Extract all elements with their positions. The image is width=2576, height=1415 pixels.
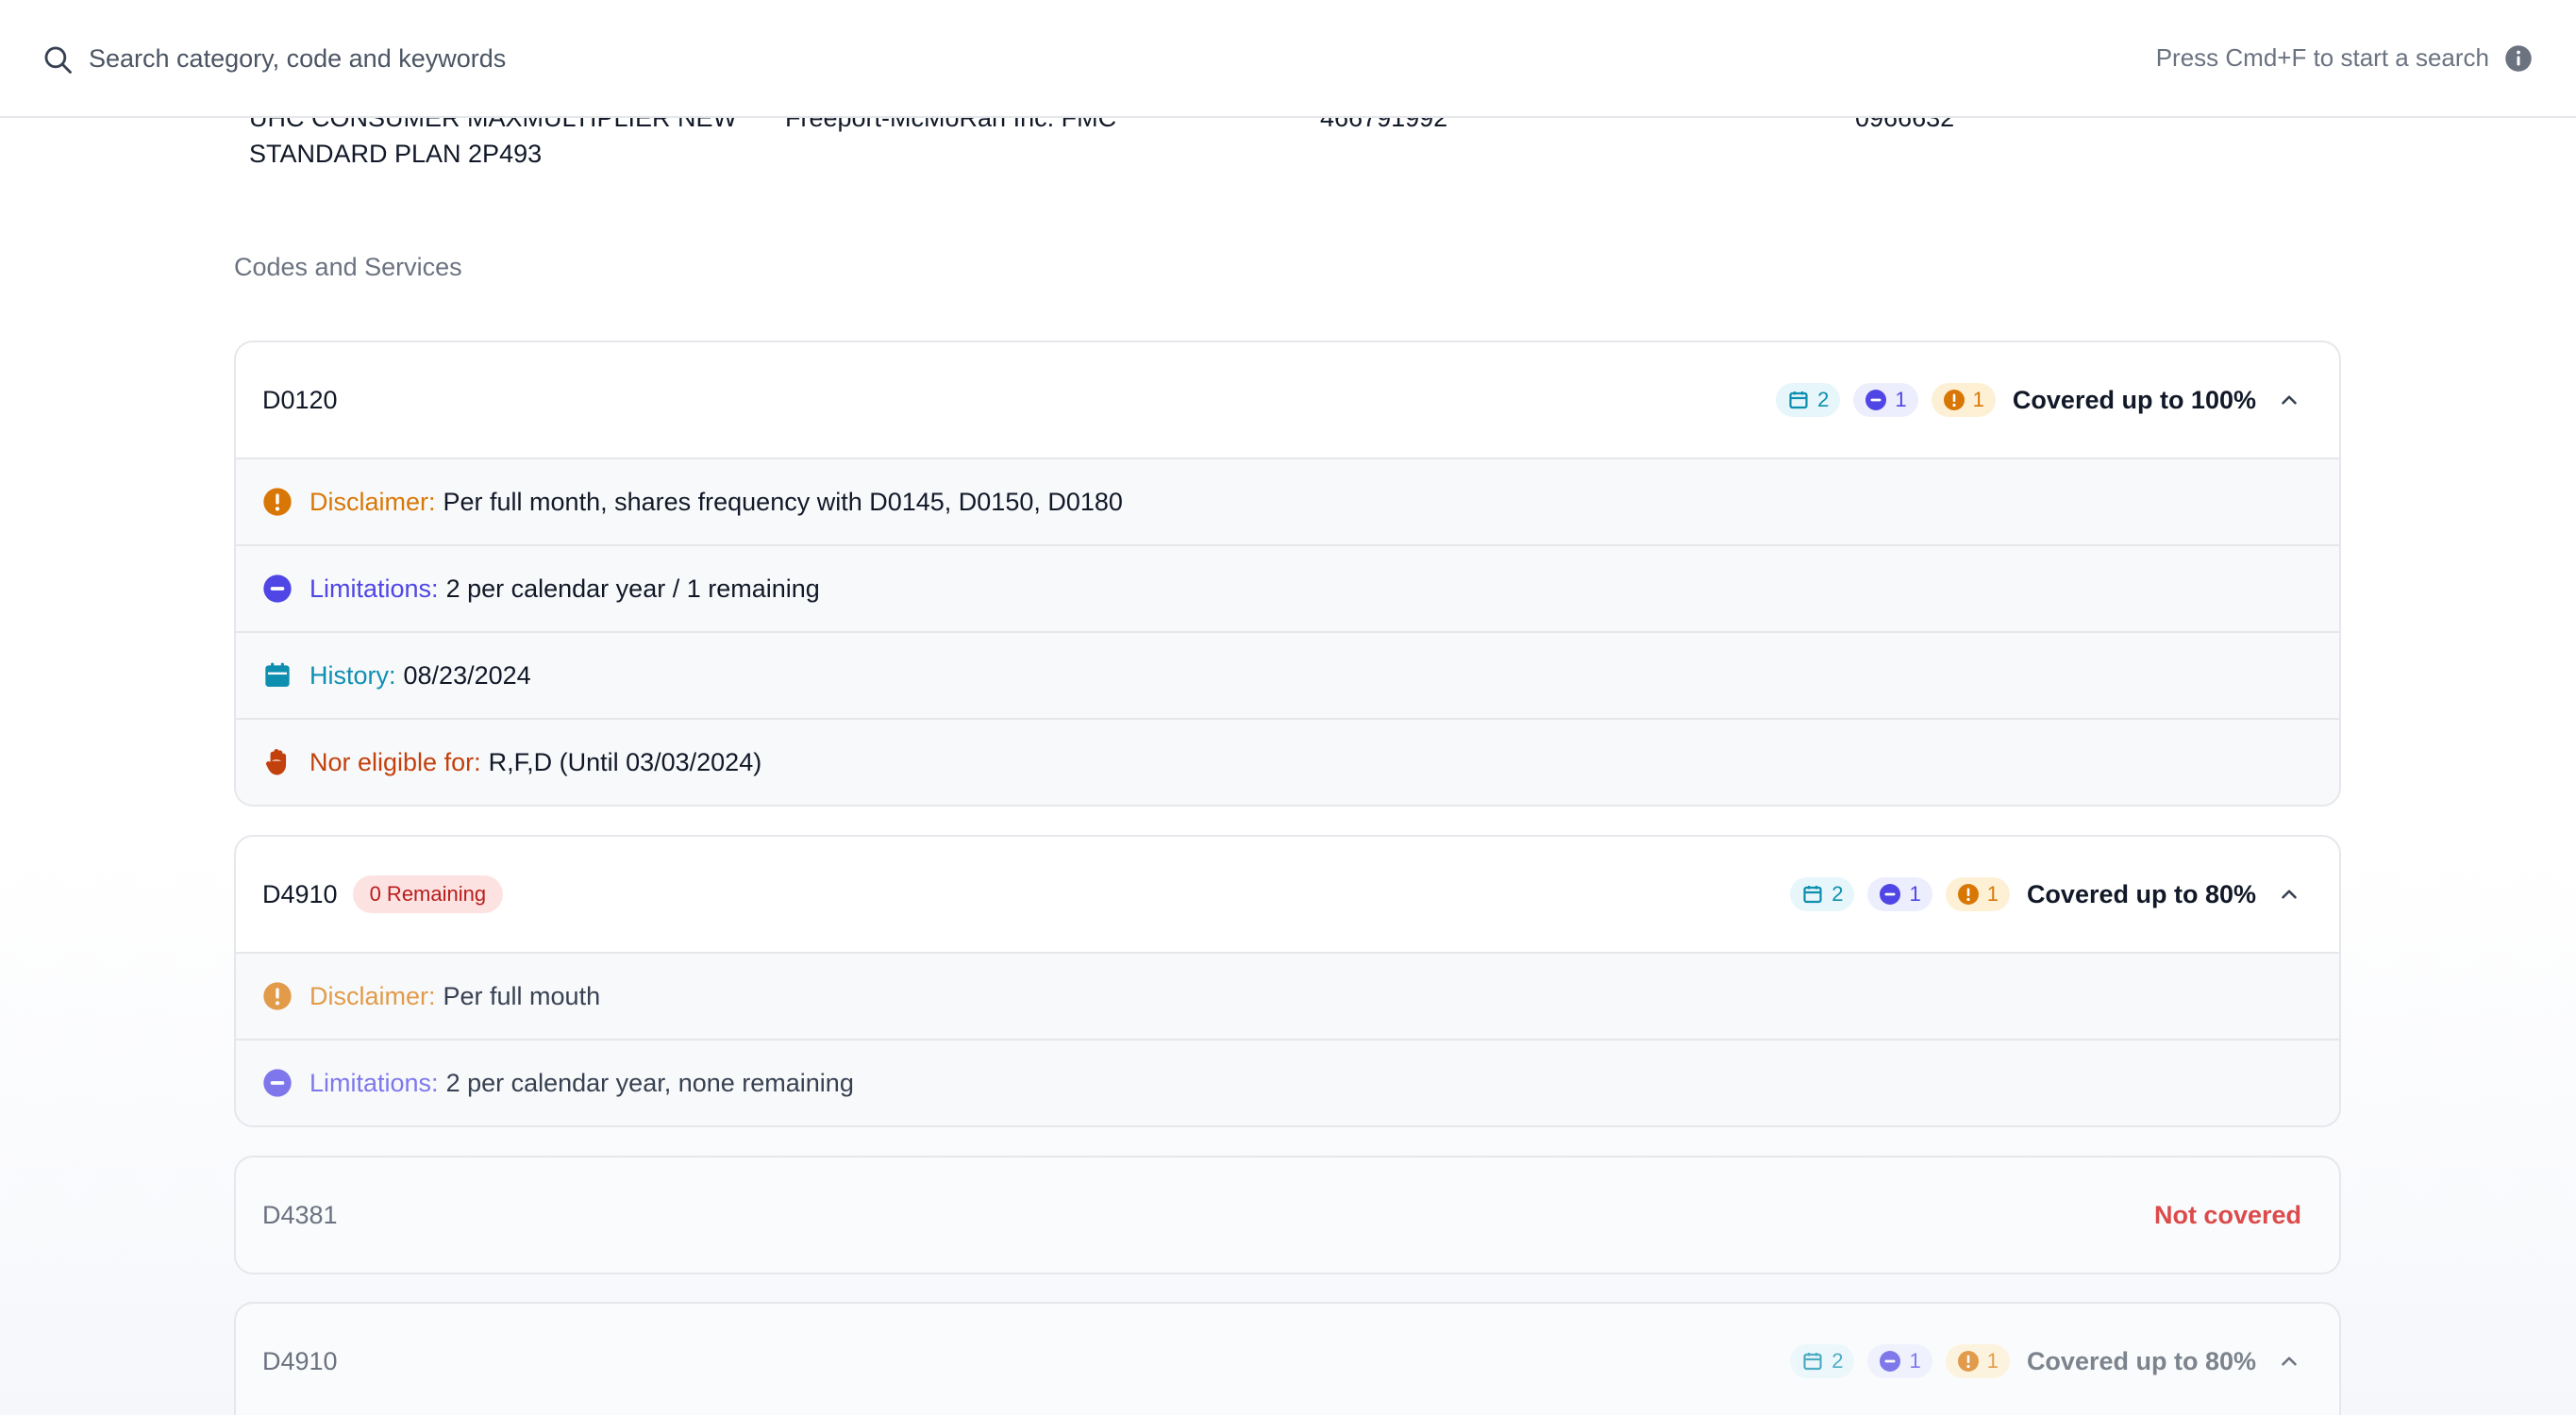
hand-stop-icon	[266, 749, 287, 775]
history-count-badge: 2	[1790, 877, 1855, 911]
not-eligible-label: Nor eligible for:	[309, 747, 481, 776]
procedure-code: D4910	[262, 1346, 338, 1375]
exclamation-circle-icon	[1957, 884, 1979, 905]
limitations-label: Limitations:	[309, 1068, 439, 1097]
history-label: History:	[309, 660, 396, 690]
limitations-count-badge: 1	[1867, 877, 1932, 911]
chevron-up-icon[interactable]	[2277, 1349, 2301, 1373]
not-covered-label: Not covered	[2153, 1200, 2301, 1229]
card-header[interactable]: D4910 2 1 1 Covered up to 80%	[236, 1304, 2339, 1415]
minus-circle-icon	[1865, 390, 1887, 410]
history-count-badge: 2	[1790, 1344, 1855, 1378]
section-title: Codes and Services	[234, 253, 462, 281]
limitations-value: 2 per calendar year, none remaining	[445, 1068, 854, 1097]
minus-circle-icon	[263, 1069, 292, 1097]
disclaimer-value: Per full mouth	[443, 981, 601, 1010]
card-summary: Not covered	[2154, 1157, 2301, 1273]
code-card-d4910-2: D4910 2 1 1 Covered up to 80%	[234, 1302, 2341, 1415]
minus-circle-icon	[1880, 1351, 1901, 1372]
limitations-count-badge: 1	[1853, 383, 1918, 417]
card-summary: 2 1 1 Covered up to 80%	[1777, 1304, 2301, 1415]
exclamation-circle-icon	[1943, 390, 1965, 410]
history-row: History: 08/23/2024	[236, 631, 2339, 718]
code-card-d4381: D4381 Not covered	[234, 1156, 2341, 1274]
minus-circle-icon	[1880, 884, 1901, 905]
info-icon[interactable]	[2504, 44, 2533, 73]
coverage-label: Covered up to 80%	[2026, 879, 2256, 908]
exclamation-circle-icon	[263, 982, 292, 1010]
disclaimer-count-badge: 1	[1945, 877, 2010, 911]
search-shortcut-hint: Press Cmd+F to start a search	[2155, 43, 2489, 72]
calendar-icon	[1789, 391, 1808, 409]
search-input[interactable]	[89, 38, 1410, 79]
calendar-icon	[265, 662, 290, 687]
card-summary: 2 1 1 Covered up to 100%	[1763, 342, 2301, 458]
limitations-count-badge: 1	[1867, 1344, 1932, 1378]
search-icon	[44, 46, 72, 74]
code-card-d4910: D4910 0 Remaining 2 1 1 Covered up to 80…	[234, 835, 2341, 1127]
search-bar: Press Cmd+F to start a search	[0, 0, 2576, 118]
disclaimer-count-badge: 1	[1945, 1344, 2010, 1378]
procedure-code: D4910	[262, 879, 338, 908]
disclaimer-value: Per full month, shares frequency with D0…	[443, 487, 1123, 516]
remaining-badge: 0 Remaining	[352, 875, 504, 913]
limitations-value: 2 per calendar year / 1 remaining	[445, 574, 820, 603]
chevron-up-icon[interactable]	[2277, 882, 2301, 907]
limitations-label: Limitations:	[309, 574, 439, 603]
card-summary: 2 1 1 Covered up to 80%	[1777, 837, 2301, 952]
not-eligible-row: Nor eligible for: R,F,D (Until 03/03/202…	[236, 718, 2339, 805]
procedure-code: D4381	[262, 1200, 338, 1229]
history-count-badge: 2	[1776, 383, 1841, 417]
exclamation-circle-icon	[263, 488, 292, 516]
disclaimer-row: Disclaimer: Per full mouth	[236, 952, 2339, 1039]
code-card-d0120: D0120 2 1 1 Covered up to 100% Disclaime…	[234, 341, 2341, 807]
limitations-row: Limitations: 2 per calendar year / 1 rem…	[236, 544, 2339, 631]
limitations-row: Limitations: 2 per calendar year, none r…	[236, 1039, 2339, 1125]
disclaimer-count-badge: 1	[1931, 383, 1996, 417]
coverage-label: Covered up to 80%	[2026, 1346, 2256, 1375]
card-header[interactable]: D4910 0 Remaining 2 1 1 Covered up to 80…	[236, 837, 2339, 952]
calendar-icon	[1803, 1353, 1822, 1371]
card-header[interactable]: D0120 2 1 1 Covered up to 100%	[236, 342, 2339, 458]
exclamation-circle-icon	[1957, 1351, 1979, 1372]
disclaimer-label: Disclaimer:	[309, 487, 436, 516]
coverage-label: Covered up to 100%	[2012, 385, 2256, 414]
chevron-up-icon[interactable]	[2277, 388, 2301, 412]
minus-circle-icon	[263, 574, 292, 603]
procedure-code: D0120	[262, 385, 338, 414]
disclaimer-label: Disclaimer:	[309, 981, 436, 1010]
calendar-icon	[1803, 886, 1822, 904]
card-header[interactable]: D4381 Not covered	[236, 1157, 2339, 1273]
not-eligible-value: R,F,D (Until 03/03/2024)	[488, 747, 762, 776]
history-value: 08/23/2024	[403, 660, 531, 690]
disclaimer-row: Disclaimer: Per full month, shares frequ…	[236, 458, 2339, 544]
